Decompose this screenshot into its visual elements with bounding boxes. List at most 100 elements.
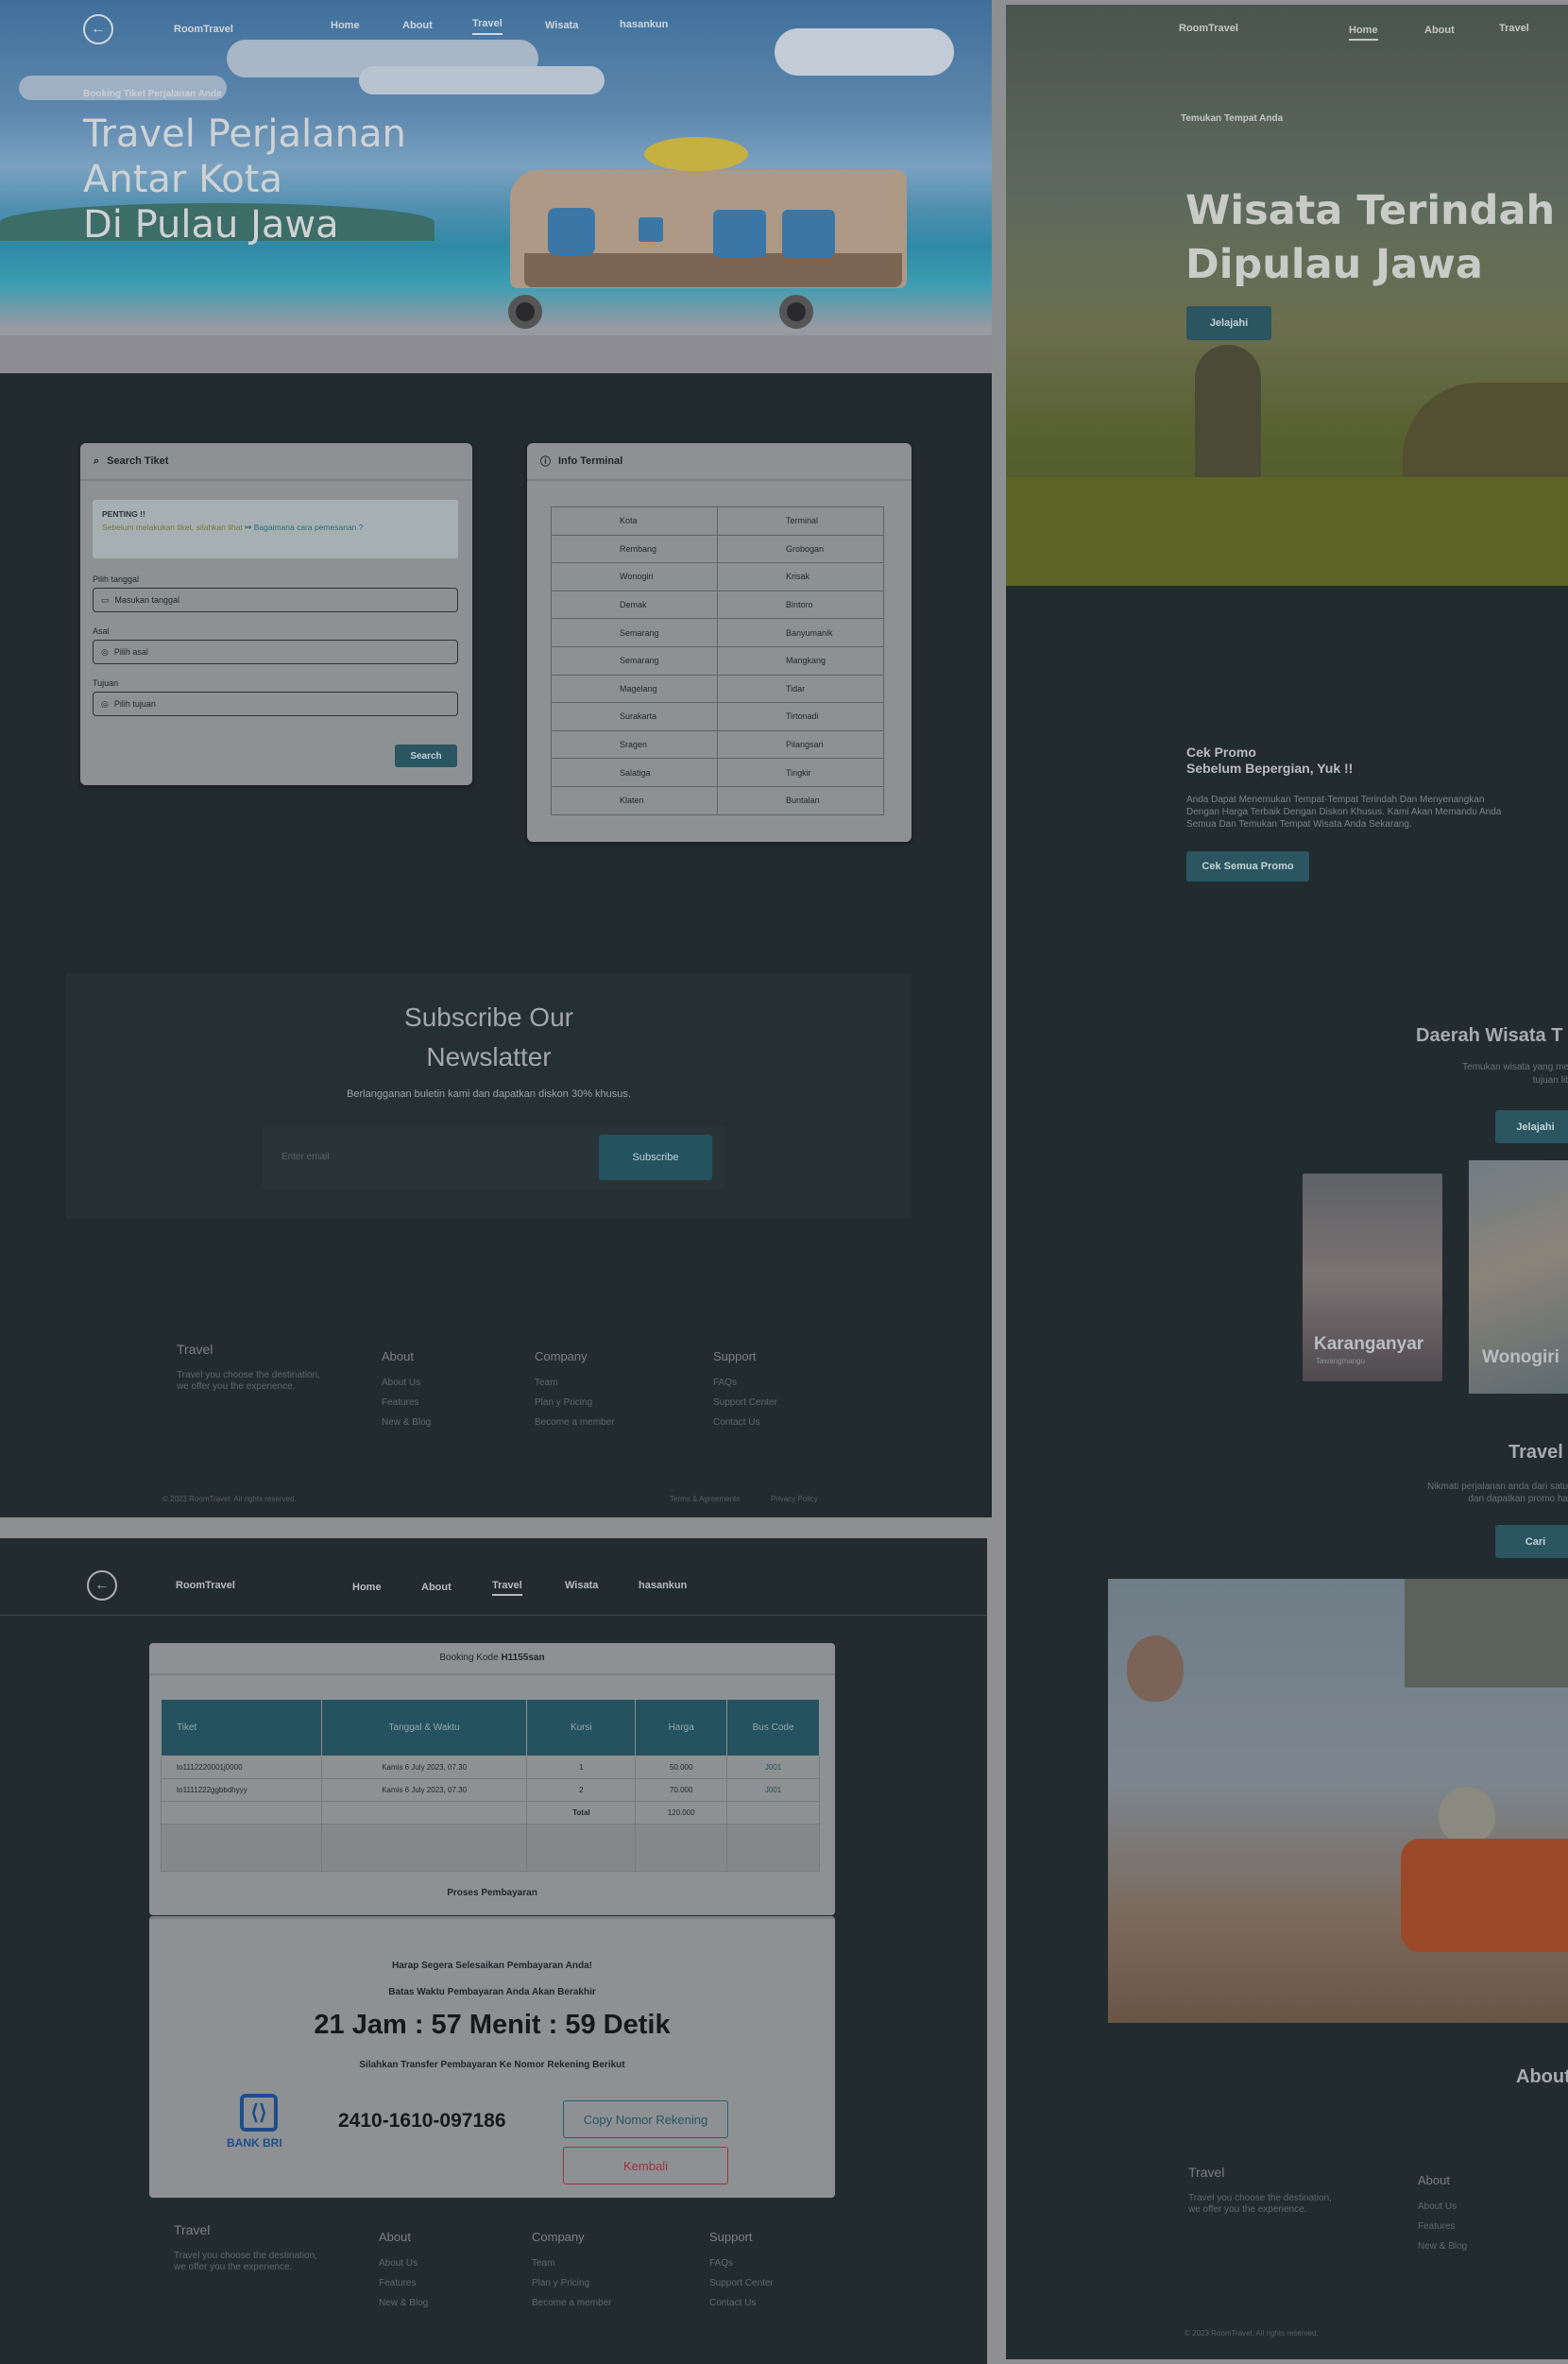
privacy-link[interactable]: Privacy Policy — [771, 1495, 818, 1503]
brand-logo[interactable]: RoomTravel — [1179, 23, 1238, 34]
hero-kicker: Temukan Tempat Anda — [1181, 113, 1284, 124]
booking-card: Booking Kode H1155san Tiket Tanggal & Wa… — [149, 1643, 835, 1915]
footer-link[interactable]: About Us — [1418, 2197, 1467, 2217]
footer-link[interactable]: Plan y Pricing — [532, 2273, 611, 2293]
road — [0, 335, 992, 373]
divider — [149, 1673, 835, 1675]
travel-text-line: dan dapatkan promo ha — [1468, 1494, 1568, 1504]
ticket-datetime: Kamis 6 July 2023, 07.30 — [320, 1778, 528, 1802]
nav-link-wisata[interactable]: Wisata — [565, 1580, 598, 1591]
footer-link[interactable]: About Us — [382, 1373, 431, 1393]
nav-link-about[interactable]: About — [421, 1582, 452, 1593]
footer-link[interactable]: Team — [535, 1373, 614, 1393]
nav-link-about[interactable]: About — [402, 20, 433, 31]
notice-box: PENTING !! Sebelum melakukan tiket, sila… — [93, 500, 458, 558]
nav-link-user[interactable]: hasankun — [620, 19, 668, 30]
city-cell: Kota — [551, 506, 718, 536]
footer-link[interactable]: Become a member — [532, 2293, 611, 2313]
nav-link-home[interactable]: Home — [352, 1582, 382, 1593]
subscribe-button[interactable]: Subscribe — [599, 1135, 712, 1180]
search-icon: ⌕ — [94, 454, 100, 467]
payment-section-title: Proses Pembayaran — [447, 1888, 537, 1898]
all-promo-button[interactable]: Cek Semua Promo — [1186, 851, 1309, 882]
destination-card-karanganyar[interactable]: Karanganyar Tawangmangu — [1303, 1173, 1442, 1381]
footer-link[interactable]: Become a member — [535, 1413, 614, 1432]
how-to-order-link[interactable]: Bagaimana cara pemesanan ? — [254, 522, 364, 532]
info-terminal-card: ⓘ Info Terminal Kota Terminal Rembang Grobog… — [527, 443, 912, 842]
back-button[interactable]: Kembali — [563, 2147, 728, 2184]
van-window — [639, 217, 663, 242]
footer-col-title: About — [379, 2230, 411, 2244]
nav-link-travel[interactable]: Travel — [492, 1580, 522, 1596]
footer-link[interactable]: Features — [382, 1393, 431, 1413]
city-cell: Klaten — [551, 785, 718, 815]
bank-name: BANK BRI — [227, 2136, 282, 2150]
footer-link[interactable]: New & Blog — [379, 2293, 428, 2313]
daerah-explore-button[interactable]: Jelajahi — [1495, 1110, 1568, 1143]
footer-link[interactable]: Contact Us — [709, 2293, 774, 2313]
terminal-row: Magelang Tidar — [551, 674, 884, 704]
footer-link[interactable]: New & Blog — [1418, 2236, 1467, 2256]
daerah-text-line: tujuan liburan a — [1532, 1075, 1568, 1086]
hero-title-line: Antar Kota — [83, 158, 282, 201]
footer-link[interactable]: FAQs — [709, 2253, 774, 2273]
city-cell: Surakarta — [551, 702, 718, 731]
footer-link[interactable]: Features — [379, 2273, 428, 2293]
terminal-cell: Mangkang — [717, 645, 884, 676]
terms-link[interactable]: Terms & Agreements — [670, 1495, 740, 1503]
terminal-row: Sragen Pilangsari — [551, 729, 884, 760]
footer-brand-name: Travel — [1188, 2165, 1225, 2180]
date-input[interactable]: ▭ Masukan tanggal — [93, 588, 458, 612]
terminal-row: Semarang Banyumanik — [551, 618, 884, 647]
nav-link-home[interactable]: Home — [331, 20, 360, 31]
footer-brand: Travel Travel you choose the destination… — [1188, 2165, 1339, 2216]
nav-link-user[interactable]: hasankun — [639, 1580, 687, 1591]
origin-input[interactable]: ◎ Pilih asal — [93, 640, 458, 664]
nav-link-about[interactable]: About — [1424, 25, 1455, 36]
hero-title-line: Di Pulau Jawa — [83, 203, 339, 247]
hero-photo — [1006, 5, 1568, 586]
home-page-panel: RoomTravel Home About Travel Temukan Tem… — [1006, 5, 1568, 2359]
email-input[interactable]: Enter email — [281, 1152, 330, 1162]
destination-card-wonogiri[interactable]: Wonogiri — [1469, 1160, 1568, 1394]
booking-table: Tiket Tanggal & Waktu Kursi Harga Bus Co… — [161, 1699, 820, 1872]
nav-divider — [0, 1615, 987, 1616]
footer-link[interactable]: FAQs — [713, 1373, 777, 1393]
terminal-cell: Bintoro — [717, 590, 884, 620]
footer-brand-name: Travel — [174, 2222, 211, 2237]
ticket-seat: 1 — [526, 1756, 637, 1779]
grass-field — [1006, 477, 1568, 586]
table-row: to1111222ggbbdhyyy Kamis 6 July 2023, 07… — [161, 1778, 820, 1802]
city-cell: Magelang — [551, 674, 718, 704]
brand-logo[interactable]: RoomTravel — [176, 1580, 235, 1591]
back-arrow-icon[interactable]: ← — [87, 1570, 117, 1601]
footer-tagline: Travel you choose the destination, we of… — [177, 1370, 320, 1392]
footer-link[interactable]: Plan y Pricing — [535, 1393, 614, 1413]
search-button[interactable]: Search — [395, 745, 457, 767]
destination-input[interactable]: ◎ Pilih tujuan — [93, 692, 458, 716]
explore-button[interactable]: Jelajahi — [1186, 306, 1271, 340]
promo-title-line: Cek Promo — [1186, 745, 1256, 760]
calendar-icon: ▭ — [101, 594, 110, 605]
footer-link[interactable]: About Us — [379, 2253, 428, 2273]
footer-link[interactable]: New & Blog — [382, 1413, 431, 1432]
travel-search-button[interactable]: Cari — [1495, 1525, 1568, 1558]
footer-link[interactable]: Contact Us — [713, 1413, 777, 1432]
terminal-card-header: ⓘ Info Terminal — [527, 443, 912, 481]
back-arrow-icon[interactable]: ← — [83, 14, 113, 44]
newsletter-title: Subscribe Our Newslatter — [66, 998, 912, 1077]
footer-link[interactable]: Team — [532, 2253, 611, 2273]
booking-code-value: H1155san — [501, 1653, 545, 1663]
balloon — [1127, 1636, 1184, 1702]
footer-link[interactable]: Support Center — [713, 1393, 777, 1413]
nav-link-travel[interactable]: Travel — [1499, 23, 1529, 34]
nav-link-travel[interactable]: Travel — [472, 18, 503, 35]
search-ticket-card: ⌕ Search Tiket PENTING !! Sebelum melakuk… — [80, 443, 472, 785]
nav-link-wisata[interactable]: Wisata — [545, 20, 578, 31]
nav-link-home[interactable]: Home — [1349, 25, 1378, 41]
copy-account-button[interactable]: Copy Nomor Rekening — [563, 2100, 728, 2138]
footer-link[interactable]: Features — [1418, 2217, 1467, 2236]
brand-logo[interactable]: RoomTravel — [174, 24, 233, 35]
footer-link[interactable]: Support Center — [709, 2273, 774, 2293]
hero-title-line: Wisata Terindah — [1185, 187, 1556, 234]
